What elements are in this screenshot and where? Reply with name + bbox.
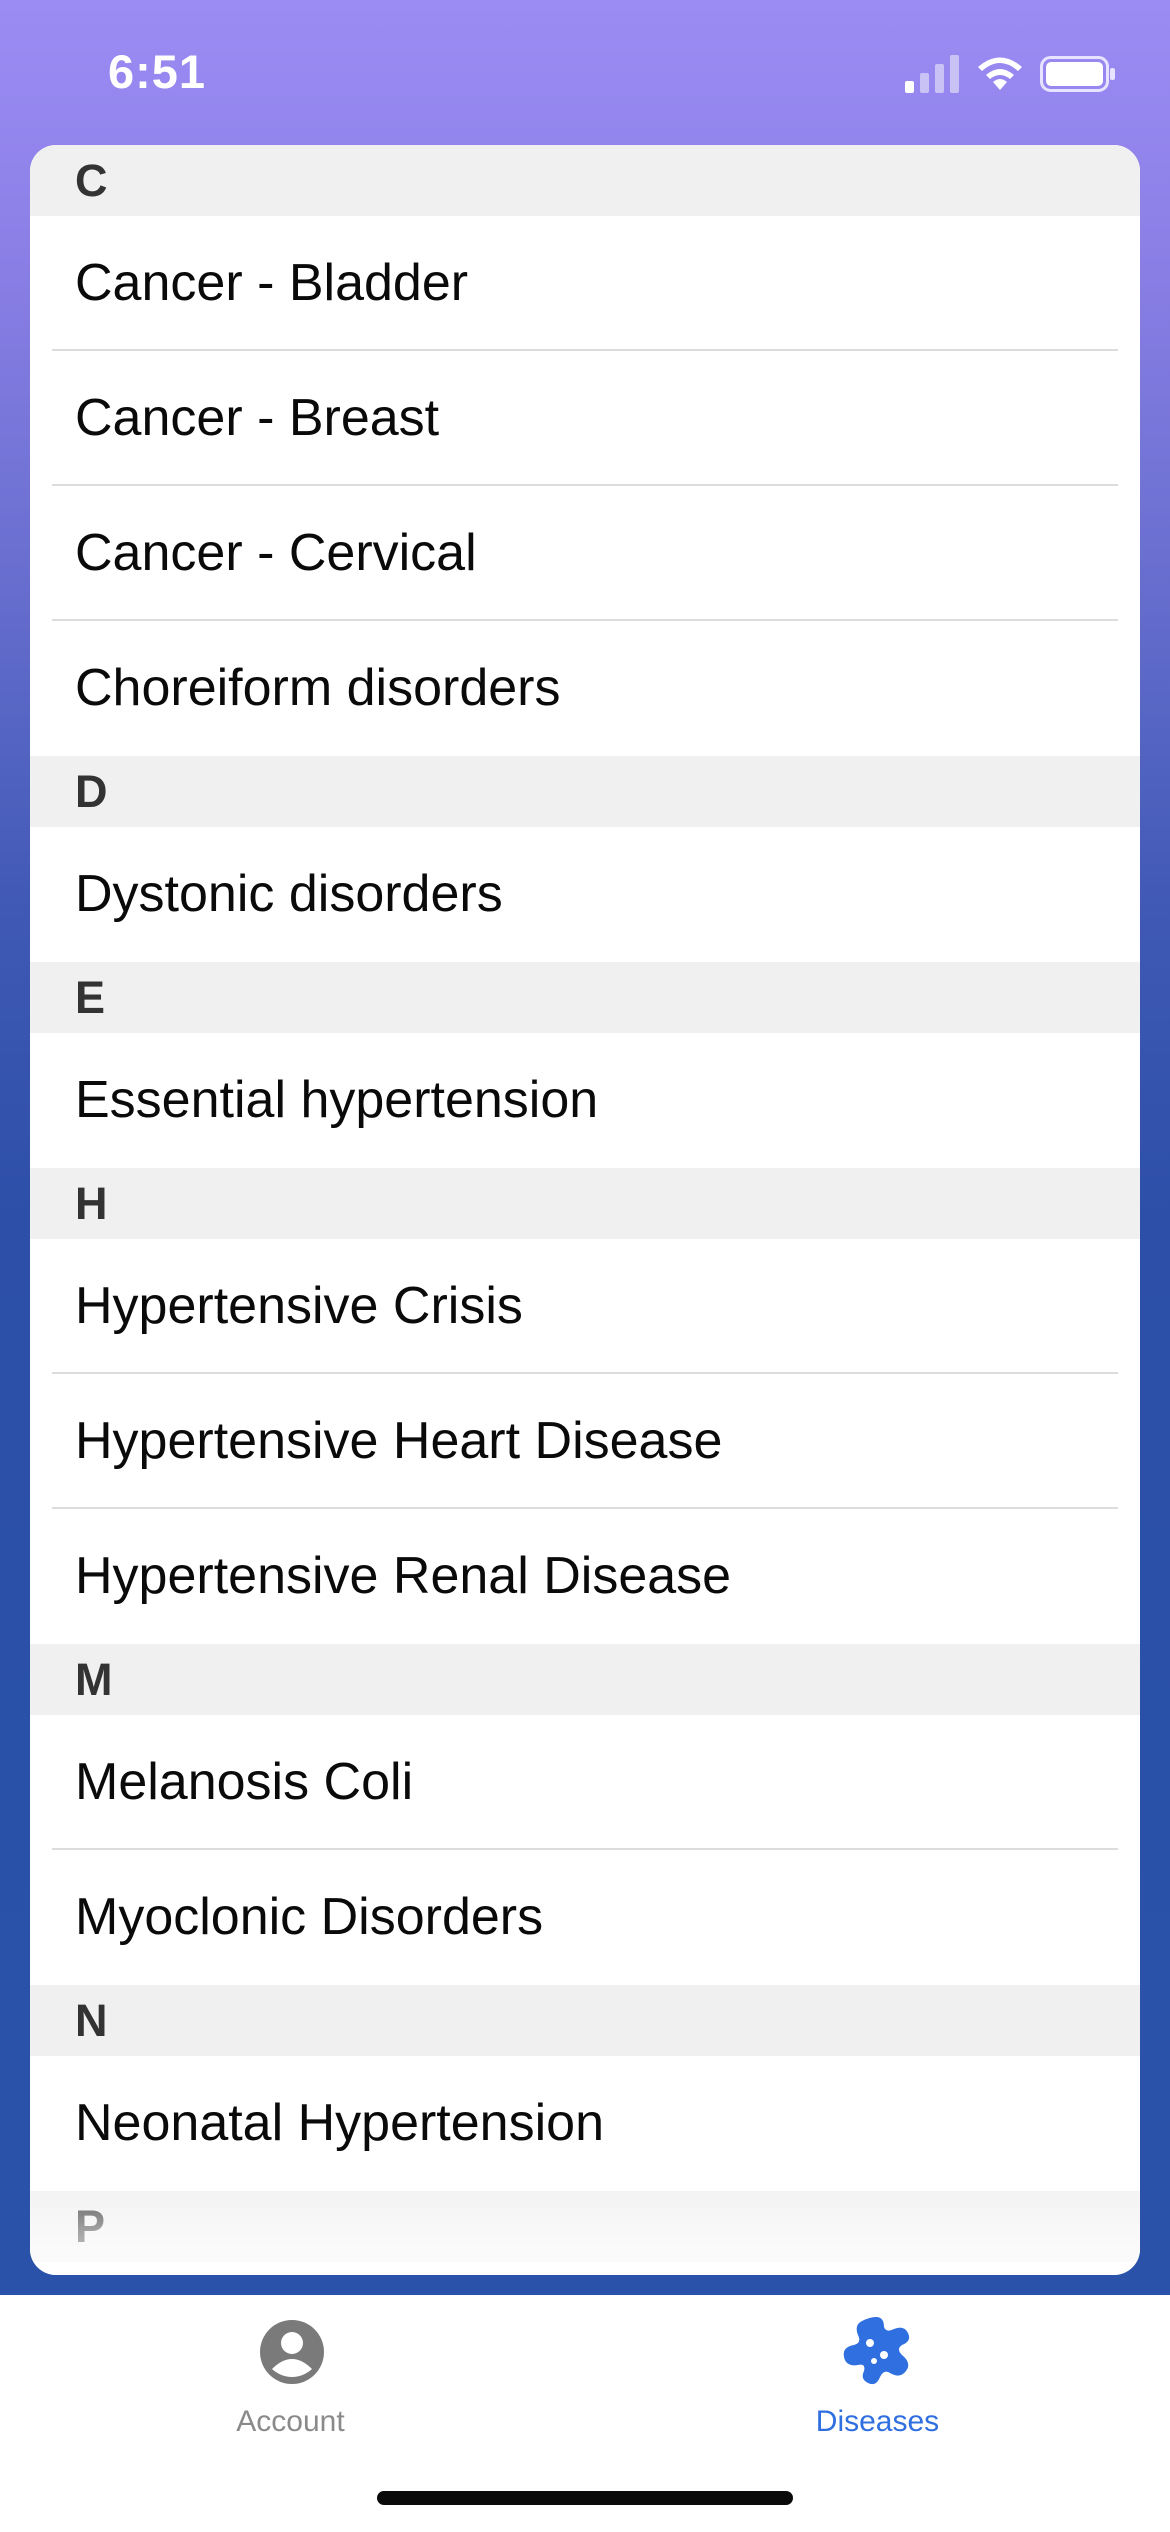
tab-bar: Account Diseases: [0, 2295, 1170, 2532]
disease-list: C Cancer - Bladder Cancer - Breast Cance…: [30, 145, 1140, 2275]
tab-diseases[interactable]: Diseases: [585, 2295, 1170, 2455]
list-item[interactable]: Cancer - Bladder: [30, 216, 1140, 351]
list-item-label: Choreiform disorders: [75, 659, 561, 717]
list-item[interactable]: Hypertensive Crisis: [30, 1239, 1140, 1374]
list-item-label: Neonatal Hypertension: [75, 2094, 604, 2152]
section-header-d: D: [30, 756, 1140, 827]
list-item-label: Cancer - Breast: [75, 389, 440, 447]
status-bar: 6:51: [0, 0, 1170, 145]
section-header-m: M: [30, 1644, 1140, 1715]
list-item[interactable]: Myoclonic Disorders: [30, 1850, 1140, 1985]
tab-account-label: Account: [236, 2405, 345, 2438]
list-item[interactable]: Neonatal Hypertension: [30, 2056, 1140, 2191]
battery-icon: [1040, 56, 1115, 92]
list-item-label: Melanosis Coli: [75, 1753, 414, 1811]
list-item[interactable]: Hypertensive Renal Disease: [30, 1509, 1140, 1644]
list-item-label: Cancer - Cervical: [75, 524, 477, 582]
list-item[interactable]: Essential hypertension: [30, 1033, 1140, 1168]
cellular-signal-icon: [905, 55, 959, 93]
tab-account[interactable]: Account: [0, 2295, 585, 2455]
list-item-label: Cancer - Bladder: [75, 254, 469, 312]
section-header-p: P: [30, 2191, 1140, 2262]
list-item-label: Dystonic disorders: [75, 865, 503, 923]
account-circle-icon: [260, 2320, 324, 2384]
list-item[interactable]: Choreiform disorders: [30, 621, 1140, 756]
tab-diseases-label: Diseases: [815, 2405, 940, 2438]
list-item-label: Hypertensive Renal Disease: [75, 1547, 732, 1605]
list-item-label: Essential hypertension: [75, 1071, 599, 1129]
section-header-e: E: [30, 962, 1140, 1033]
section-header-c: C: [30, 145, 1140, 216]
list-item[interactable]: Dystonic disorders: [30, 827, 1140, 962]
section-header-n: N: [30, 1985, 1140, 2056]
list-item-label: Hypertensive Heart Disease: [75, 1412, 723, 1470]
list-item[interactable]: Cancer - Breast: [30, 351, 1140, 486]
list-item-label: Hypertensive Crisis: [75, 1277, 523, 1335]
section-header-h: H: [30, 1168, 1140, 1239]
list-item[interactable]: Melanosis Coli: [30, 1715, 1140, 1850]
list-item[interactable]: Cancer - Cervical: [30, 486, 1140, 621]
virus-icon: [843, 2317, 910, 2385]
wifi-icon: [978, 57, 1022, 90]
list-item-label: Myoclonic Disorders: [75, 1888, 544, 1946]
list-item[interactable]: Hypertensive Heart Disease: [30, 1374, 1140, 1509]
status-time: 6:51: [108, 45, 207, 98]
home-indicator: [377, 2491, 793, 2505]
